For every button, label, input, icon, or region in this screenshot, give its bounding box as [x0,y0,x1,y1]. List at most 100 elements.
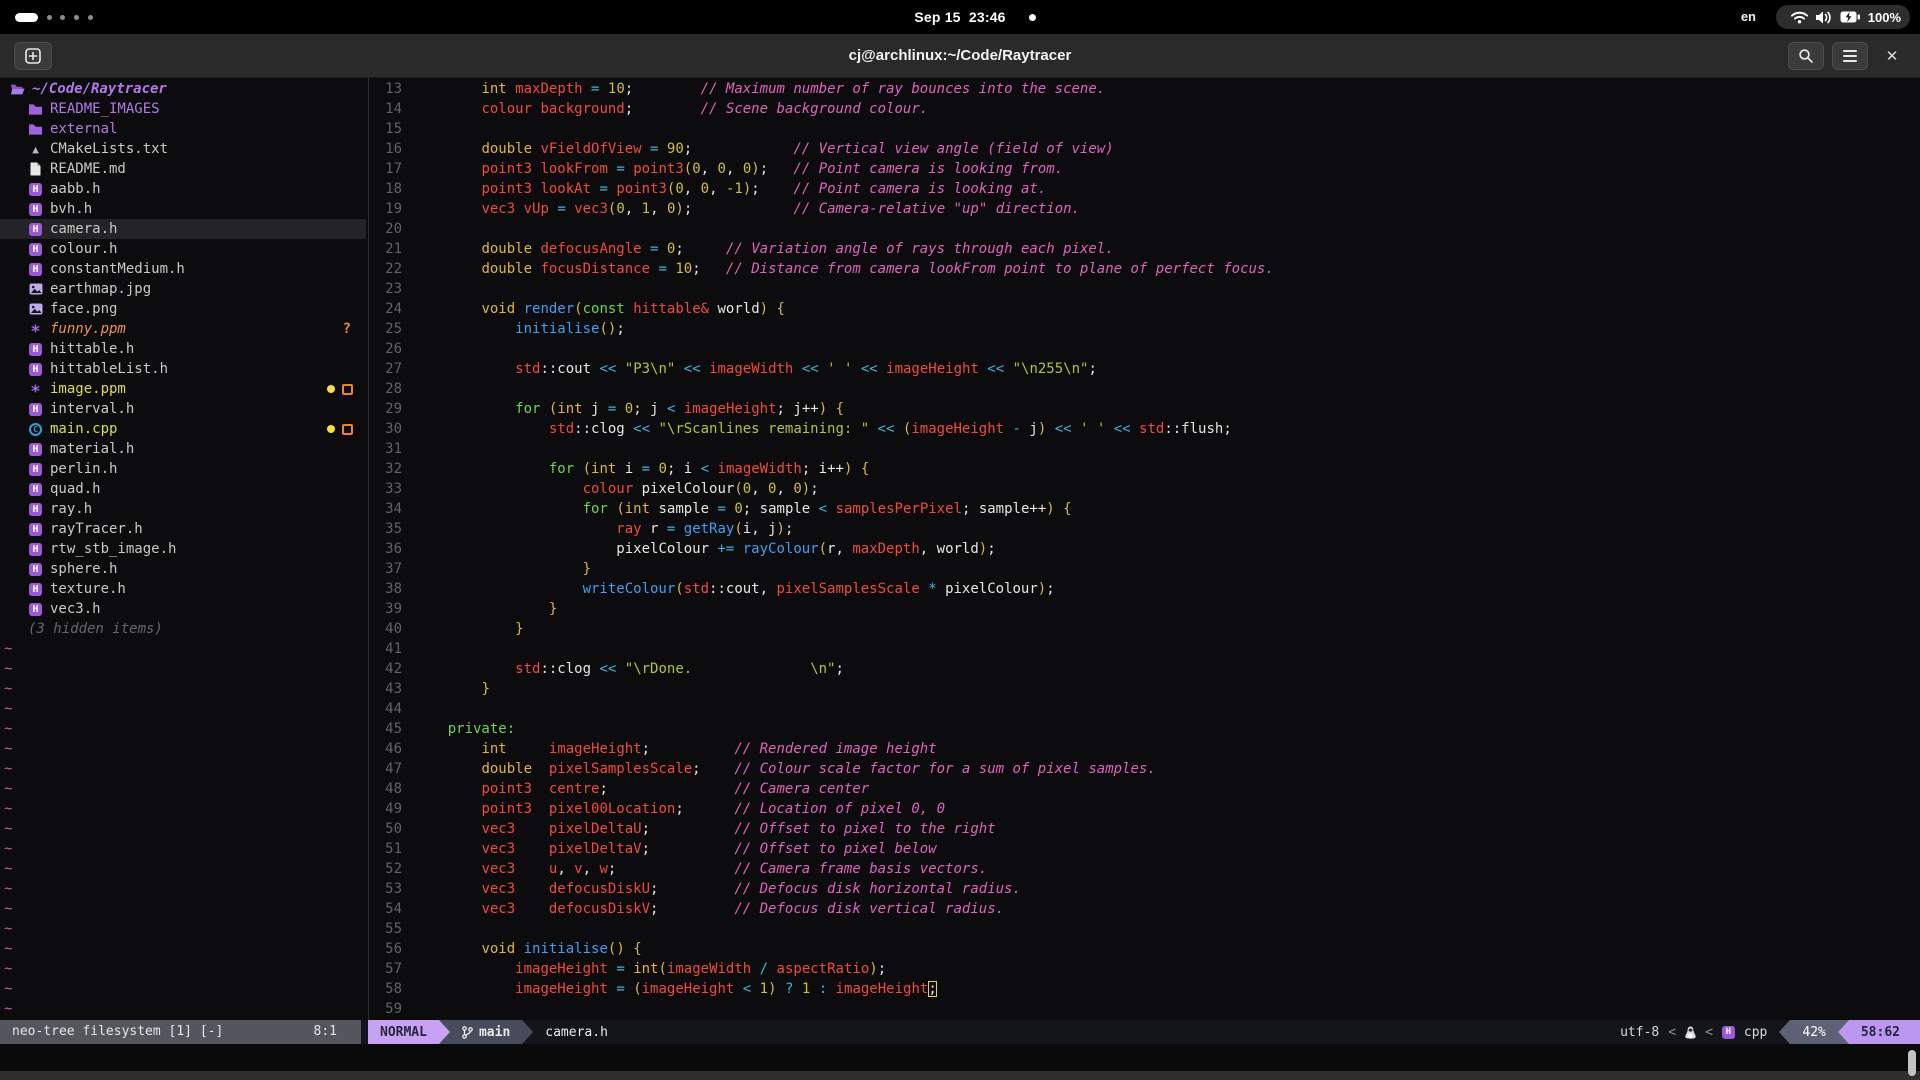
terminal-scrollbar[interactable] [1908,1050,1916,1076]
code-text: vec3 pixelDeltaU; // Offset to pixel to … [414,819,996,839]
code-text: } [414,679,490,699]
code-line-43[interactable]: 43 } [370,679,1920,699]
code-line-53[interactable]: 53 vec3 defocusDiskU; // Defocus disk ho… [370,879,1920,899]
keyboard-layout-indicator[interactable]: en [1741,0,1756,34]
code-line-31[interactable]: 31 [370,439,1920,459]
close-window-button[interactable]: ✕ [1878,42,1906,70]
tree-item-sphere.h[interactable]: Hsphere.h [0,559,366,579]
line-number: 49 [370,799,402,819]
code-line-20[interactable]: 20 [370,219,1920,239]
code-line-15[interactable]: 15 [370,119,1920,139]
tree-item-colour.h[interactable]: Hcolour.h [0,239,366,259]
code-line-39[interactable]: 39 } [370,599,1920,619]
code-line-56[interactable]: 56 void initialise() { [370,939,1920,959]
code-line-34[interactable]: 34 for (int sample = 0; sample < samples… [370,499,1920,519]
tree-item-rtw-stb-image.h[interactable]: Hrtw_stb_image.h [0,539,366,559]
tree-item-label: README.md [50,161,126,177]
tree-item-earthmap.jpg[interactable]: earthmap.jpg [0,279,366,299]
tree-item-external[interactable]: external [0,119,366,139]
tree-item-ray.h[interactable]: Hray.h [0,499,366,519]
code-line-17[interactable]: 17 point3 lookFrom = point3(0, 0, 0); //… [370,159,1920,179]
tree-item-funny.ppm[interactable]: *funny.ppm? [0,319,366,339]
code-text: } [414,599,557,619]
code-line-55[interactable]: 55 [370,919,1920,939]
tree-item-vec3.h[interactable]: Hvec3.h [0,599,366,619]
tree-item-readme-images[interactable]: README_IMAGES [0,99,366,119]
neotree-file-explorer[interactable]: ~/Code/RaytracerREADME_IMAGESexternal▲CM… [0,79,366,639]
code-line-13[interactable]: 13 int maxDepth = 10; // Maximum number … [370,79,1920,99]
code-line-33[interactable]: 33 colour pixelColour(0, 0, 0); [370,479,1920,499]
tree-item-texture.h[interactable]: Htexture.h [0,579,366,599]
code-line-50[interactable]: 50 vec3 pixelDeltaU; // Offset to pixel … [370,819,1920,839]
tree-item-bvh.h[interactable]: Hbvh.h [0,199,366,219]
code-line-24[interactable]: 24 void render(const hittable& world) { [370,299,1920,319]
code-line-28[interactable]: 28 [370,379,1920,399]
code-line-52[interactable]: 52 vec3 u, v, w; // Camera frame basis v… [370,859,1920,879]
tree-item--code-raytracer[interactable]: ~/Code/Raytracer [0,79,366,99]
code-line-49[interactable]: 49 point3 pixel00Location; // Location o… [370,799,1920,819]
system-tray[interactable]: 100% [1776,5,1910,29]
tree-item-aabb.h[interactable]: Haabb.h [0,179,366,199]
code-line-22[interactable]: 22 double focusDistance = 10; // Distanc… [370,259,1920,279]
code-line-25[interactable]: 25 initialise(); [370,319,1920,339]
code-line-37[interactable]: 37 } [370,559,1920,579]
tree-item-label: texture.h [50,581,126,597]
tree-item-raytracer.h[interactable]: HrayTracer.h [0,519,366,539]
tree-item-perlin.h[interactable]: Hperlin.h [0,459,366,479]
code-line-58[interactable]: 58 imageHeight = (imageHeight < 1) ? 1 :… [370,979,1920,999]
code-line-36[interactable]: 36 pixelColour += rayColour(r, maxDepth,… [370,539,1920,559]
code-line-27[interactable]: 27 std::cout << "P3\n" << imageWidth << … [370,359,1920,379]
code-text: double vFieldOfView = 90; // Vertical vi… [414,139,1114,159]
tree-item-cmakelists.txt[interactable]: ▲CMakeLists.txt [0,139,366,159]
tree-item-hittable.h[interactable]: Hhittable.h [0,339,366,359]
code-line-14[interactable]: 14 colour background; // Scene backgroun… [370,99,1920,119]
code-line-21[interactable]: 21 double defocusAngle = 0; // Variation… [370,239,1920,259]
code-line-16[interactable]: 16 double vFieldOfView = 90; // Vertical… [370,139,1920,159]
code-line-26[interactable]: 26 [370,339,1920,359]
code-text: writeColour(std::cout, pixelSamplesScale… [414,579,1055,599]
code-text: vec3 u, v, w; // Camera frame basis vect… [414,859,987,879]
code-line-44[interactable]: 44 [370,699,1920,719]
tree-item-face.png[interactable]: face.png [0,299,366,319]
line-number: 16 [370,139,402,159]
code-line-54[interactable]: 54 vec3 defocusDiskV; // Defocus disk ve… [370,899,1920,919]
code-line-38[interactable]: 38 writeColour(std::cout, pixelSamplesSc… [370,579,1920,599]
code-line-40[interactable]: 40 } [370,619,1920,639]
code-line-42[interactable]: 42 std::clog << "\rDone. \n"; [370,659,1920,679]
code-line-32[interactable]: 32 for (int i = 0; i < imageWidth; i++) … [370,459,1920,479]
code-line-19[interactable]: 19 vec3 vUp = vec3(0, 1, 0); // Camera-r… [370,199,1920,219]
search-button[interactable] [1788,42,1824,70]
window-separator[interactable] [368,78,369,1020]
tree-item-constantmedium.h[interactable]: HconstantMedium.h [0,259,366,279]
code-line-59[interactable]: 59 [370,999,1920,1019]
tree-item-quad.h[interactable]: Hquad.h [0,479,366,499]
code-line-18[interactable]: 18 point3 lookAt = point3(0, 0, -1); // … [370,179,1920,199]
code-text: ray r = getRay(i, j); [414,519,793,539]
code-line-23[interactable]: 23 [370,279,1920,299]
code-line-41[interactable]: 41 [370,639,1920,659]
line-number: 47 [370,759,402,779]
tree-item-hittablelist.h[interactable]: HhittableList.h [0,359,366,379]
code-line-47[interactable]: 47 double pixelSamplesScale; // Colour s… [370,759,1920,779]
code-line-57[interactable]: 57 imageHeight = int(imageWidth / aspect… [370,959,1920,979]
code-line-30[interactable]: 30 std::clog << "\rScanlines remaining: … [370,419,1920,439]
code-line-48[interactable]: 48 point3 centre; // Camera center [370,779,1920,799]
line-number: 48 [370,779,402,799]
code-line-35[interactable]: 35 ray r = getRay(i, j); [370,519,1920,539]
tree-item-camera.h[interactable]: Hcamera.h [0,219,366,239]
tree-item-label: (3 hidden items) [28,621,163,637]
tree-item-interval.h[interactable]: Hinterval.h [0,399,366,419]
code-editor[interactable]: 13 int maxDepth = 10; // Maximum number … [370,79,1920,1019]
tree-item--3-hidden-items-[interactable]: (3 hidden items) [0,619,366,639]
tree-item-main.cpp[interactable]: Cmain.cpp [0,419,366,439]
tree-item-readme.md[interactable]: README.md [0,159,366,179]
tree-item-material.h[interactable]: Hmaterial.h [0,439,366,459]
code-line-46[interactable]: 46 int imageHeight; // Rendered image he… [370,739,1920,759]
code-line-29[interactable]: 29 for (int j = 0; j < imageHeight; j++)… [370,399,1920,419]
tree-item-image.ppm[interactable]: *image.ppm [0,379,366,399]
clock[interactable]: Sep 15 23:46 [0,0,1920,34]
code-line-51[interactable]: 51 vec3 pixelDeltaV; // Offset to pixel … [370,839,1920,859]
tree-item-label: main.cpp [50,421,117,437]
menu-button[interactable] [1832,42,1868,70]
code-line-45[interactable]: 45 private: [370,719,1920,739]
